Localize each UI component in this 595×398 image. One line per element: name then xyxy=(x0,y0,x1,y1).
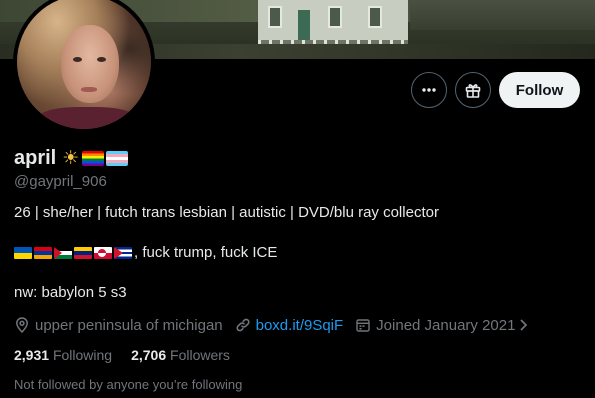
avatar-eye xyxy=(97,57,106,62)
gift-button[interactable] xyxy=(455,72,491,108)
more-options-button[interactable] xyxy=(411,72,447,108)
banner-window xyxy=(368,6,382,28)
not-followed-notice: Not followed by anyone you’re following xyxy=(14,377,243,392)
profile-meta-row: upper peninsula of michigan boxd.it/9Sqi… xyxy=(14,316,545,334)
bio-line-1: 26 | she/her | futch trans lesbian | aut… xyxy=(14,204,439,221)
website-link[interactable]: boxd.it/9SqiF xyxy=(256,317,344,334)
profile-name-row: april ☀ xyxy=(14,146,130,170)
venezuela-flag-icon xyxy=(74,246,92,259)
greenland-flag-icon xyxy=(94,246,112,259)
chevron-right-icon[interactable] xyxy=(518,318,528,332)
sun-icon: ☀ xyxy=(62,147,80,169)
avatar-eye xyxy=(73,57,82,62)
calendar-icon xyxy=(356,319,370,332)
location-item: upper peninsula of michigan xyxy=(14,317,223,334)
armenia-flag-icon xyxy=(34,246,52,259)
cuba-flag-icon xyxy=(114,246,132,259)
banner-building xyxy=(410,0,595,30)
avatar-mouth xyxy=(81,87,97,92)
joined-text: Joined January 2021 xyxy=(376,316,516,334)
website-item[interactable]: boxd.it/9SqiF xyxy=(235,317,344,334)
location-text: upper peninsula of michigan xyxy=(35,316,223,334)
banner-window xyxy=(268,6,282,28)
display-name: april xyxy=(14,146,57,169)
palestine-flag-icon xyxy=(54,246,72,259)
avatar-photo xyxy=(17,0,151,129)
ukraine-flag-icon xyxy=(14,246,32,259)
bio-line-3: nw: babylon 5 s3 xyxy=(14,284,127,301)
transgender-flag-icon xyxy=(106,150,129,166)
follow-button[interactable]: Follow xyxy=(499,72,580,108)
location-pin-icon xyxy=(16,317,28,333)
joined-item[interactable]: Joined January 2021 xyxy=(355,317,533,334)
profile-handle: @gaypril_906 xyxy=(14,173,107,190)
profile-avatar[interactable] xyxy=(13,0,155,133)
gift-icon xyxy=(465,84,481,98)
following-count: 2,931 xyxy=(14,347,50,363)
banner-window xyxy=(328,6,342,28)
follow-counts: 2,931 Following 2,706 Followers xyxy=(14,347,249,363)
followers-label: Followers xyxy=(170,347,230,363)
followers-count: 2,706 xyxy=(131,347,167,363)
more-horizontal-icon xyxy=(422,88,436,92)
bio-line-2-text: , fuck trump, fuck ICE xyxy=(134,244,278,261)
following-label: Following xyxy=(52,347,113,363)
banner-door xyxy=(298,10,310,44)
rainbow-flag-icon xyxy=(82,150,105,166)
followers-link[interactable]: 2,706 Followers xyxy=(131,347,230,363)
link-icon xyxy=(236,318,250,332)
following-link[interactable]: 2,931 Following xyxy=(14,347,112,363)
bio-line-2: , fuck trump, fuck ICE xyxy=(14,244,277,261)
avatar-shirt xyxy=(37,107,137,129)
